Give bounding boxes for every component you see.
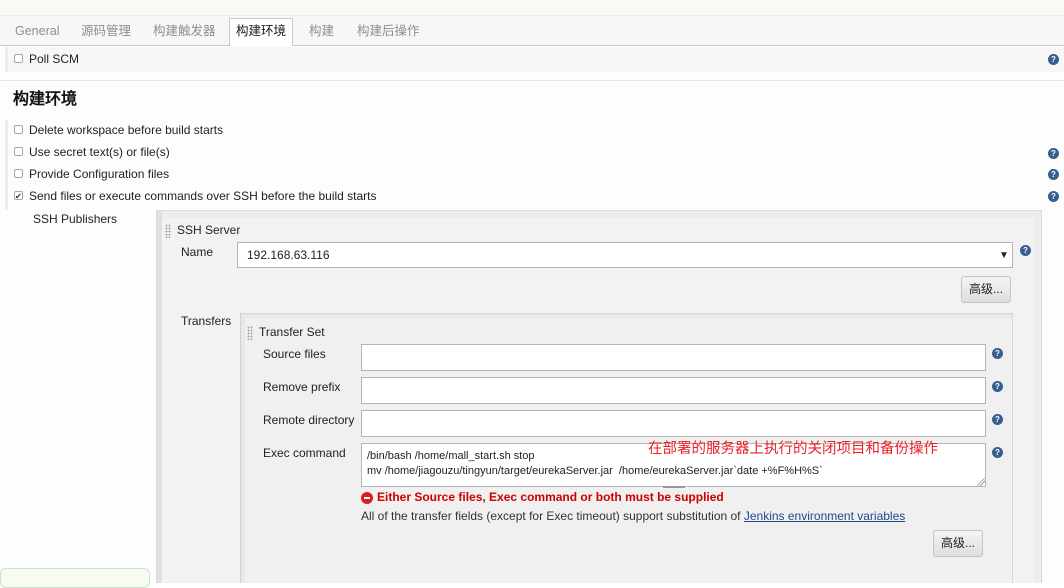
server-name-select[interactable]: 192.168.63.116 bbox=[237, 242, 1013, 268]
ssh-server-title: SSH Server bbox=[177, 223, 241, 237]
drag-handle-icon[interactable] bbox=[165, 224, 171, 238]
source-files-input[interactable] bbox=[361, 344, 986, 371]
delete-workspace-label: Delete workspace before build starts bbox=[29, 123, 224, 137]
poll-scm-row bbox=[5, 47, 1064, 72]
red-annotation-text: 在部署的服务器上执行的关闭项目和备份操作 bbox=[648, 441, 938, 457]
ssh-before-build-checkbox[interactable] bbox=[14, 189, 23, 205]
server-advanced-button[interactable]: 高级... bbox=[961, 276, 1012, 303]
drag-handle-icon[interactable] bbox=[247, 326, 253, 340]
bottom-left-panel-edge bbox=[0, 568, 150, 588]
secret-text-label: Use secret text(s) or file(s) bbox=[29, 145, 170, 159]
help-icon[interactable]: ? bbox=[1048, 169, 1059, 180]
option-config-files[interactable]: Provide Configuration files bbox=[14, 166, 169, 182]
config-tab-bar: General 源码管理 构建触发器 构建环境 构建 构建后操作 bbox=[0, 16, 1064, 47]
exec-command-label: Exec command bbox=[263, 446, 346, 460]
remote-directory-input[interactable] bbox=[361, 410, 986, 437]
option-delete-workspace[interactable]: Delete workspace before build starts bbox=[14, 122, 223, 138]
remote-directory-label: Remote directory bbox=[263, 413, 355, 427]
transfers-label: Transfers bbox=[181, 314, 232, 328]
ssh-publishers-label: SSH Publishers bbox=[33, 212, 118, 226]
delete-workspace-checkbox[interactable] bbox=[14, 125, 23, 134]
transfer-set-title: Transfer Set bbox=[259, 325, 325, 339]
section-title: 构建环境 bbox=[13, 91, 78, 108]
help-icon[interactable]: ? bbox=[992, 447, 1003, 458]
config-files-label: Provide Configuration files bbox=[29, 167, 170, 181]
source-files-label: Source files bbox=[263, 347, 326, 361]
substitution-info: All of the transfer fields (except for E… bbox=[361, 509, 905, 523]
remove-prefix-input[interactable] bbox=[361, 377, 986, 404]
option-secret-text[interactable]: Use secret text(s) or file(s) bbox=[14, 144, 170, 160]
tab-build[interactable]: 构建 bbox=[302, 19, 341, 46]
error-icon bbox=[361, 492, 373, 504]
tab-general[interactable]: General bbox=[8, 19, 66, 46]
transfer-advanced-button[interactable]: 高级... bbox=[933, 530, 984, 557]
secret-text-checkbox[interactable] bbox=[14, 147, 23, 156]
option-ssh-before-build[interactable]: Send files or execute commands over SSH … bbox=[14, 188, 377, 205]
ssh-before-build-label: Send files or execute commands over SSH … bbox=[29, 189, 377, 203]
help-icon[interactable]: ? bbox=[1048, 191, 1059, 202]
help-icon[interactable]: ? bbox=[1048, 54, 1059, 65]
config-files-checkbox[interactable] bbox=[14, 169, 23, 178]
tab-post-build-actions[interactable]: 构建后操作 bbox=[350, 19, 427, 46]
options-left-bar bbox=[5, 120, 8, 210]
validation-error: Either Source files, Exec command or bot… bbox=[377, 490, 724, 504]
tab-build-triggers[interactable]: 构建触发器 bbox=[146, 19, 223, 46]
resize-handle-icon[interactable] bbox=[977, 478, 985, 486]
substitution-info-text: All of the transfer fields (except for E… bbox=[361, 509, 744, 523]
top-strip bbox=[0, 0, 1064, 16]
help-icon[interactable]: ? bbox=[992, 414, 1003, 425]
section-divider bbox=[0, 80, 1064, 81]
remove-prefix-label: Remove prefix bbox=[263, 380, 341, 394]
textarea-scrollbar[interactable] bbox=[663, 486, 685, 488]
server-name-label: Name bbox=[181, 245, 214, 259]
help-icon[interactable]: ? bbox=[992, 348, 1003, 359]
tab-source-management[interactable]: 源码管理 bbox=[74, 19, 138, 46]
tab-build-environment[interactable]: 构建环境 bbox=[229, 18, 294, 47]
chevron-down-icon[interactable]: ▼ bbox=[999, 250, 1009, 261]
poll-scm-label: Poll SCM bbox=[29, 52, 80, 66]
help-icon[interactable]: ? bbox=[992, 381, 1003, 392]
jenkins-env-vars-link[interactable]: Jenkins environment variables bbox=[744, 509, 905, 523]
help-icon[interactable]: ? bbox=[1020, 245, 1031, 256]
poll-scm-checkbox[interactable] bbox=[14, 54, 23, 63]
help-icon[interactable]: ? bbox=[1048, 148, 1059, 159]
poll-scm-option[interactable]: Poll SCM bbox=[14, 51, 79, 67]
